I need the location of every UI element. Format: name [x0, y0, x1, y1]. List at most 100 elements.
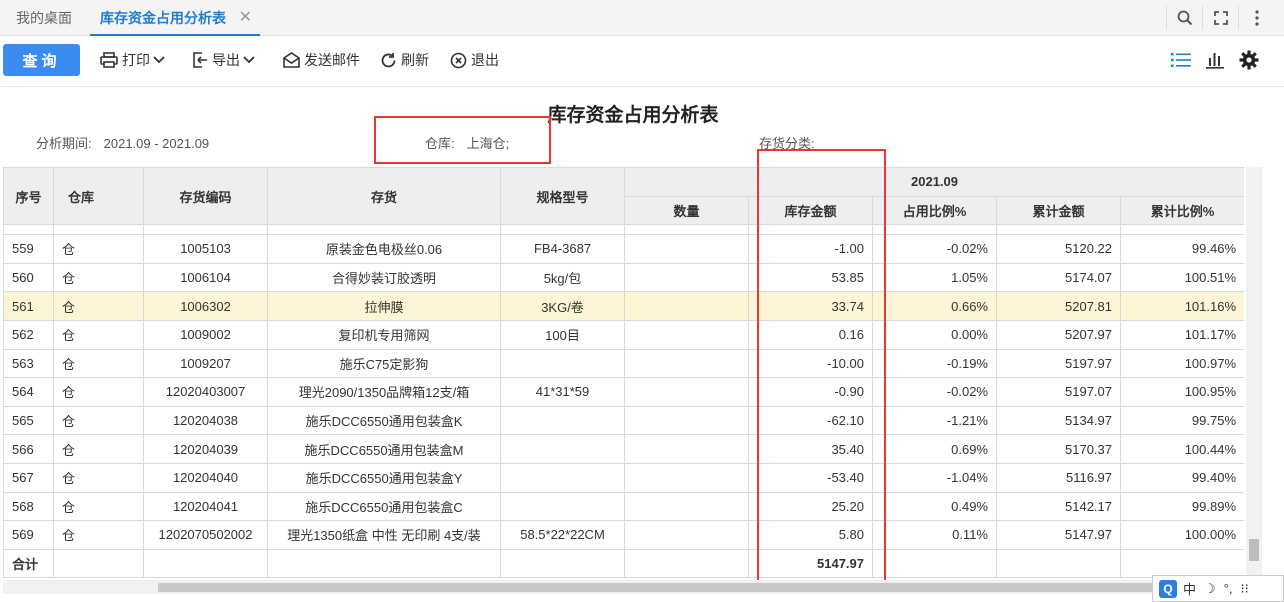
cell-spec: [500, 462, 625, 493]
cell-item: 理光2090/1350品牌箱12支/箱: [267, 377, 501, 407]
cell-qty: [624, 234, 749, 264]
cell-code: 120204040: [143, 462, 268, 493]
table-row[interactable]: 568 仓 120204041 施乐DCC6550通用包装盒C 25.20 0.49% 51…: [3, 491, 1244, 522]
report-table: 序号 仓库 存货编码 存货 规格型号 2021.09 数量 库存金额 占用比例%…: [3, 167, 1244, 579]
menu-dots-icon[interactable]: [1238, 6, 1274, 30]
table-row[interactable]: 559 仓 1005103 原装金色电极丝0.06 FB4-3687 -1.00 -0.02…: [3, 234, 1244, 264]
list-view-icon[interactable]: [1164, 47, 1198, 73]
table-row[interactable]: 566 仓 120204039 施乐DCC6550通用包装盒M 35.40 0.69% 51…: [3, 434, 1244, 464]
cell-warehouse: 仓: [53, 377, 144, 407]
cell-cum-amount: 5197.97: [996, 348, 1121, 379]
close-circle-icon: [450, 52, 467, 68]
cell-cum-ratio: 100.00%: [1119, 520, 1244, 550]
close-icon[interactable]: ✕: [239, 0, 252, 36]
print-button[interactable]: 打印: [100, 49, 169, 71]
cell-seq: 567: [3, 462, 54, 493]
gear-icon[interactable]: [1232, 47, 1266, 73]
horizontal-scroll-thumb[interactable]: [158, 583, 1244, 592]
cell-item: 施乐DCC6550通用包装盒M: [267, 434, 501, 464]
total-row: 合计 5147.97: [3, 548, 1244, 579]
cell-seq: 562: [3, 319, 54, 350]
header-item[interactable]: 存货: [267, 167, 501, 226]
header-cum-amount[interactable]: 累计金额: [996, 195, 1121, 226]
cell-code: 120204041: [143, 491, 268, 522]
cell-warehouse: 仓: [53, 319, 144, 350]
header-warehouse[interactable]: 仓库: [53, 167, 144, 226]
table-row[interactable]: 561 仓 1006302 拉伸膜 3KG/卷 33.74 0.66% 5207.81 101.…: [3, 291, 1244, 321]
cell-spec: [500, 434, 625, 464]
tab-home[interactable]: 我的桌面: [16, 0, 72, 36]
table-row[interactable]: 564 仓 12020403007 理光2090/1350品牌箱12支/箱 41*31*…: [3, 377, 1244, 407]
exit-button[interactable]: 退出: [450, 49, 499, 71]
cell-item: 理光1350纸盒 中性 无印刷 4支/装: [267, 520, 501, 550]
report-title: 库存资金占用分析表: [547, 105, 719, 126]
cell-cum-amount: 5207.97: [996, 319, 1121, 350]
total-label: 合计: [3, 548, 54, 579]
cell-seq: 565: [3, 405, 54, 436]
cell-warehouse: 仓: [53, 462, 144, 493]
ime-language[interactable]: 中: [1183, 579, 1196, 598]
cell-code: 1006302: [143, 291, 268, 321]
header-cum-ratio[interactable]: 累计比例%: [1119, 195, 1244, 226]
cell-cum-amount: 5197.07: [996, 377, 1121, 407]
table-row[interactable]: 562 仓 1009002 复印机专用筛网 100目 0.16 0.00% 5207.97 10…: [3, 319, 1244, 350]
cell-qty: [624, 319, 749, 350]
table-row[interactable]: 569 仓 1202070502002 理光1350纸盒 中性 无印刷 4支/装 58.…: [3, 520, 1244, 550]
header-code[interactable]: 存货编码: [143, 167, 268, 226]
cell-ratio: 0.69%: [872, 434, 997, 464]
send-mail-button[interactable]: 发送邮件: [283, 49, 360, 71]
search-icon[interactable]: [1166, 6, 1202, 30]
cell-code: 1202070502002: [143, 520, 268, 550]
punctuation-icon[interactable]: °,: [1224, 581, 1233, 596]
cell-spec: FB4-3687: [500, 234, 625, 264]
header-ratio[interactable]: 占用比例%: [872, 195, 997, 226]
table-row[interactable]: 563 仓 1009207 施乐C75定影狗 -10.00 -0.19% 5197.97 10…: [3, 348, 1244, 379]
warehouse-highlight-box: [374, 116, 551, 164]
cell-qty: [624, 405, 749, 436]
fullscreen-icon[interactable]: [1202, 6, 1238, 30]
ime-logo-icon: Q: [1159, 579, 1177, 598]
moon-icon[interactable]: ☽: [1204, 581, 1216, 597]
cell-spec: [500, 405, 625, 436]
vertical-scroll-thumb[interactable]: [1249, 539, 1259, 561]
table-row-partial: [3, 224, 1244, 236]
cell-cum-ratio: 99.46%: [1119, 234, 1244, 264]
cell-cum-amount: 5134.97: [996, 405, 1121, 436]
cell-seq: 569: [3, 520, 54, 550]
query-button[interactable]: 查询: [3, 44, 80, 76]
cell-seq: 563: [3, 348, 54, 379]
cell-spec: [500, 491, 625, 522]
cell-seq: 566: [3, 434, 54, 464]
tab-inventory-report[interactable]: 库存资金占用分析表 ✕: [90, 0, 260, 36]
cell-warehouse: 仓: [53, 234, 144, 264]
exit-label: 退出: [471, 52, 499, 68]
cell-code: 120204039: [143, 434, 268, 464]
chart-view-icon[interactable]: [1198, 47, 1232, 73]
mail-icon: [283, 52, 300, 68]
cell-cum-ratio: 99.89%: [1119, 491, 1244, 522]
cell-code: 1005103: [143, 234, 268, 264]
cell-seq: 564: [3, 377, 54, 407]
table-row[interactable]: 560 仓 1006104 合得妙装订胶透明 5kg/包 53.85 1.05% 5174.0…: [3, 262, 1244, 293]
vertical-scrollbar[interactable]: [1246, 167, 1262, 579]
header-seq[interactable]: 序号: [3, 167, 54, 226]
cell-item: 施乐DCC6550通用包装盒Y: [267, 462, 501, 493]
export-button[interactable]: 导出: [192, 49, 259, 71]
report-grid: 序号 仓库 存货编码 存货 规格型号 2021.09 数量 库存金额 占用比例%…: [3, 167, 1244, 579]
cell-spec: 5kg/包: [500, 262, 625, 293]
ime-toolbar[interactable]: Q 中 ☽ °, ⁝⁝: [1152, 575, 1284, 602]
period-filter: 分析期间: 2021.09 - 2021.09: [36, 133, 209, 152]
header-qty[interactable]: 数量: [624, 195, 749, 226]
horizontal-scrollbar[interactable]: [3, 580, 1244, 594]
table-row[interactable]: 567 仓 120204040 施乐DCC6550通用包装盒Y -53.40 -1.04%…: [3, 462, 1244, 493]
export-label: 导出: [212, 52, 240, 68]
cell-qty: [624, 291, 749, 321]
header-spec[interactable]: 规格型号: [500, 167, 625, 226]
cell-item: 原装金色电极丝0.06: [267, 234, 501, 264]
cell-cum-amount: 5207.81: [996, 291, 1121, 321]
ime-more-icon[interactable]: ⁝⁝: [1240, 581, 1248, 597]
table-row[interactable]: 565 仓 120204038 施乐DCC6550通用包装盒K -62.10 -1.21%…: [3, 405, 1244, 436]
cell-cum-ratio: 99.40%: [1119, 462, 1244, 493]
refresh-button[interactable]: 刷新: [380, 49, 429, 71]
cell-cum-ratio: 100.51%: [1119, 262, 1244, 293]
